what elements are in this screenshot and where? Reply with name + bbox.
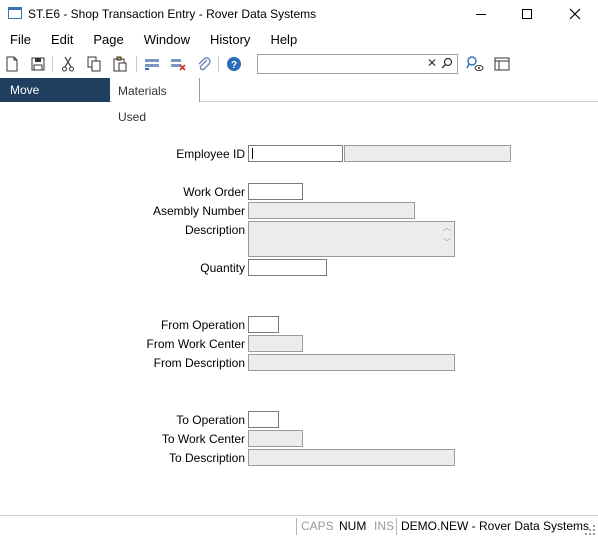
menu-page[interactable]: Page: [83, 29, 133, 51]
search-clear-icon[interactable]: ✕: [427, 56, 437, 70]
search-input[interactable]: ✕: [257, 54, 458, 74]
employee-name-field: [344, 145, 511, 162]
toolbar-separator: [136, 56, 137, 72]
delete-row-icon[interactable]: [170, 56, 186, 72]
to-operation-field[interactable]: [248, 411, 279, 428]
to-work-center-label: To Work Center: [161, 432, 245, 446]
status-bar: CAPS NUM INS DEMO.NEW - Rover Data Syste…: [0, 515, 598, 537]
svg-text:?: ?: [231, 60, 237, 71]
from-description-field: [248, 354, 455, 371]
menu-help[interactable]: Help: [260, 29, 307, 51]
layout-icon[interactable]: [494, 56, 510, 72]
new-document-icon[interactable]: [4, 56, 20, 72]
caps-indicator: CAPS: [301, 519, 334, 533]
quantity-label: Quantity: [200, 261, 245, 275]
cut-icon[interactable]: [60, 56, 76, 72]
from-operation-field[interactable]: [248, 316, 279, 333]
description-field: ︿ ﹀: [248, 221, 455, 257]
quantity-field[interactable]: [248, 259, 327, 276]
num-indicator: NUM: [339, 519, 367, 533]
to-description-label: To Description: [168, 451, 245, 465]
menu-history[interactable]: History: [200, 29, 260, 51]
tab-strip: Move Instructions Materials Used: [0, 78, 598, 124]
to-operation-label: To Operation: [176, 413, 245, 427]
status-divider: [396, 518, 397, 535]
toolbar-separator: [52, 56, 53, 72]
to-work-center-field: [248, 430, 303, 447]
maximize-button[interactable]: [504, 0, 550, 28]
from-work-center-label: From Work Center: [146, 337, 245, 351]
copy-icon[interactable]: [86, 56, 102, 72]
toolbar-separator: [218, 56, 219, 72]
scroll-up-icon[interactable]: ︿: [443, 224, 451, 232]
to-description-field: [248, 449, 455, 466]
close-icon: [569, 8, 581, 20]
tab-materials-used[interactable]: Materials Used: [112, 78, 200, 124]
save-icon[interactable]: [30, 56, 46, 72]
insert-row-icon[interactable]: [144, 56, 160, 72]
account-indicator: DEMO.NEW - Rover Data Systems: [401, 519, 590, 533]
ins-indicator: INS: [374, 519, 395, 533]
resize-grip-icon[interactable]: [585, 524, 595, 535]
paste-icon[interactable]: [112, 56, 128, 72]
title-bar: ST.E6 - Shop Transaction Entry - Rover D…: [0, 0, 598, 28]
menu-bar: File Edit Page Window History Help: [0, 29, 598, 51]
employee-id-label: Employee ID: [176, 147, 245, 161]
maximize-icon: [522, 9, 532, 19]
work-order-label: Work Order: [183, 185, 245, 199]
work-order-field[interactable]: [248, 183, 303, 200]
tab-move-instructions[interactable]: Move Instructions: [0, 78, 110, 121]
lookup-icon[interactable]: [466, 56, 484, 72]
status-divider: [296, 518, 297, 535]
minimize-button[interactable]: [458, 0, 504, 28]
minimize-icon: [476, 13, 486, 15]
description-label: Description: [184, 223, 245, 237]
close-button[interactable]: [552, 0, 598, 28]
employee-id-field[interactable]: [248, 145, 343, 162]
from-operation-label: From Operation: [160, 318, 245, 332]
description-scrollbar[interactable]: ︿ ﹀: [442, 224, 452, 247]
window-title: ST.E6 - Shop Transaction Entry - Rover D…: [28, 7, 317, 21]
assembly-number-field: [248, 202, 415, 219]
help-icon[interactable]: ?: [226, 56, 242, 72]
text-caret: [252, 148, 253, 159]
toolbar: ? ✕: [0, 52, 598, 76]
menu-window[interactable]: Window: [134, 29, 200, 51]
assembly-number-label: Asembly Number: [152, 204, 245, 218]
from-description-label: From Description: [153, 356, 245, 370]
search-icon[interactable]: [441, 57, 453, 72]
app-window: ST.E6 - Shop Transaction Entry - Rover D…: [0, 0, 598, 537]
menu-edit[interactable]: Edit: [41, 29, 83, 51]
window-app-icon: [8, 7, 22, 19]
attach-icon[interactable]: [196, 56, 212, 72]
from-work-center-field: [248, 335, 303, 352]
menu-file[interactable]: File: [0, 29, 41, 51]
scroll-down-icon[interactable]: ﹀: [443, 239, 451, 247]
